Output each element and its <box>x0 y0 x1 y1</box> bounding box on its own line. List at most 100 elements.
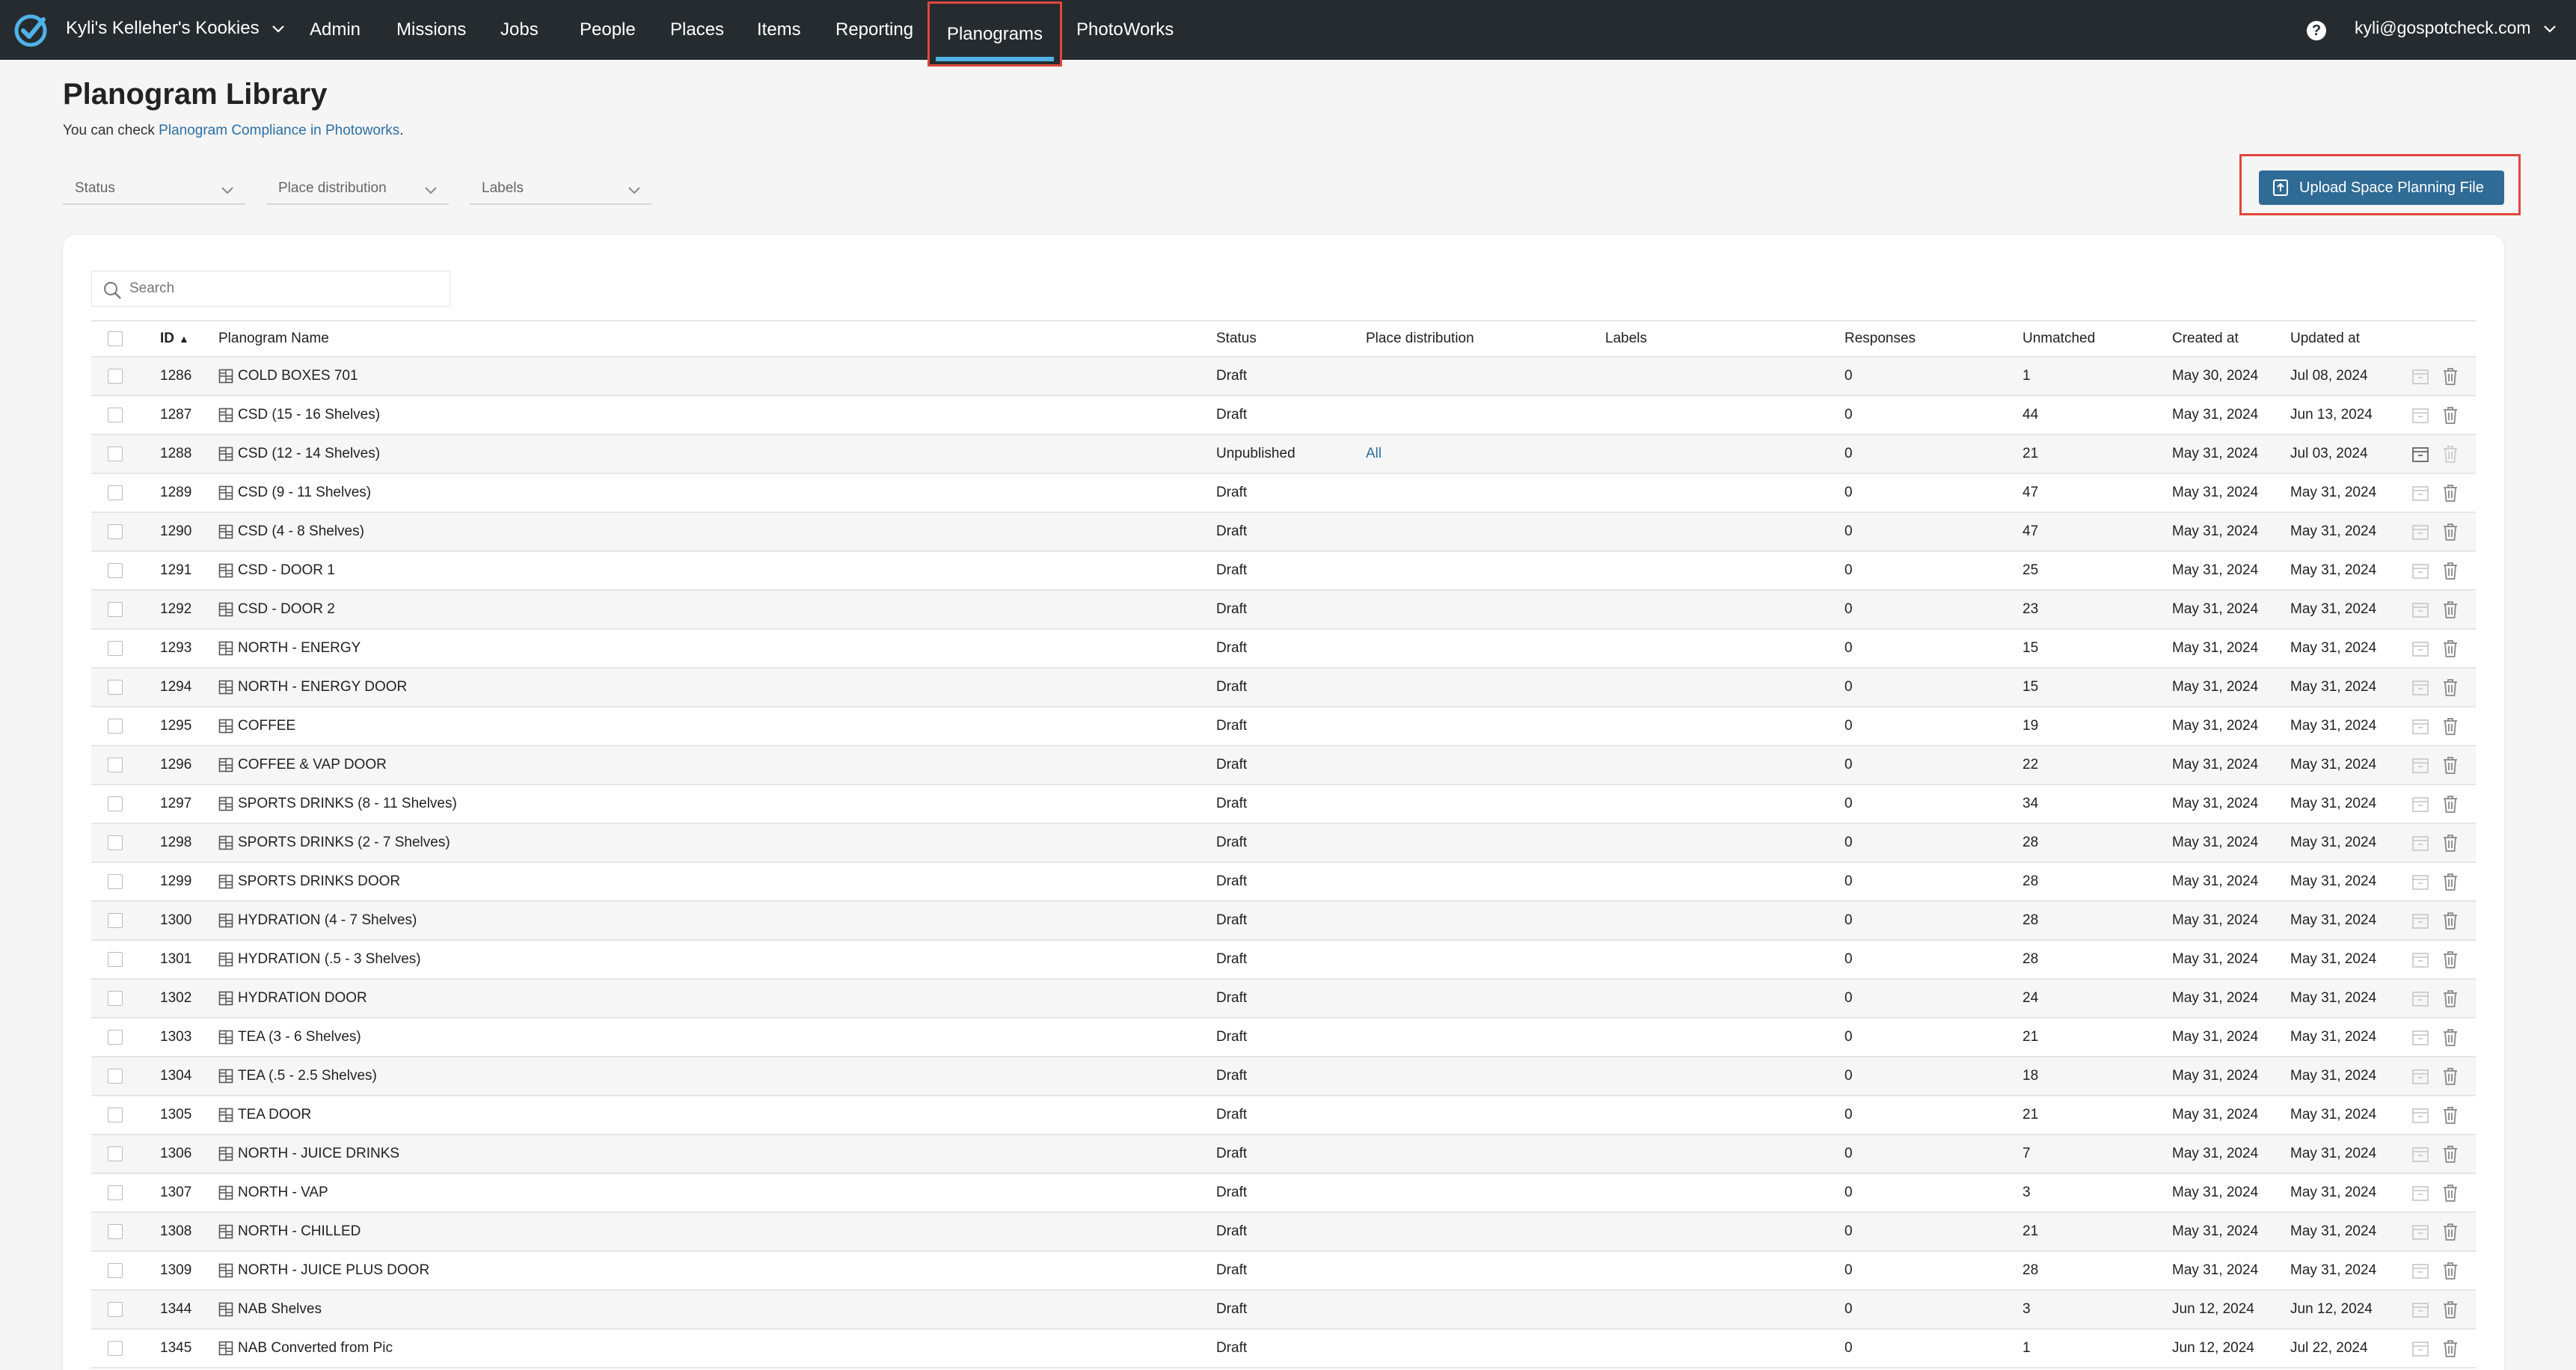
table-row[interactable]: 1287 CSD (15 - 16 Shelves) Draft 0 44 May 31,… <box>91 396 2476 435</box>
trash-icon[interactable] <box>2441 599 2459 620</box>
row-name-cell[interactable]: HYDRATION DOOR <box>218 980 367 1017</box>
table-row[interactable]: 1297 SPORTS DRINKS (8 - 11 Shelves) Draft 0… <box>91 785 2476 824</box>
table-row[interactable]: 1305 TEA DOOR Draft 0 21 May 31, 2024 May 31, … <box>91 1096 2476 1135</box>
row-name-cell[interactable]: COLD BOXES 701 <box>218 357 358 395</box>
archive-icon[interactable] <box>2411 405 2429 426</box>
row-checkbox[interactable] <box>108 913 123 928</box>
table-row[interactable]: 1302 HYDRATION DOOR Draft 0 24 May 31, 2024 Ma… <box>91 980 2476 1019</box>
archive-icon[interactable] <box>2411 599 2429 620</box>
row-name-cell[interactable]: COFFEE & VAP DOOR <box>218 746 387 784</box>
archive-icon[interactable] <box>2411 1066 2429 1087</box>
archive-icon[interactable] <box>2411 560 2429 581</box>
trash-icon[interactable] <box>2441 405 2459 426</box>
table-row[interactable]: 1292 CSD - DOOR 2 Draft 0 23 May 31, 2024 May … <box>91 591 2476 630</box>
trash-icon[interactable] <box>2441 1221 2459 1242</box>
row-checkbox[interactable] <box>108 835 123 850</box>
help-icon[interactable]: ? <box>2307 21 2326 40</box>
table-row[interactable]: 1306 NORTH - JUICE DRINKS Draft 0 7 May 31, 2… <box>91 1135 2476 1174</box>
row-name-cell[interactable]: TEA (3 - 6 Shelves) <box>218 1019 361 1056</box>
search-input[interactable]: Search <box>91 271 450 307</box>
trash-icon[interactable] <box>2441 482 2459 503</box>
row-name-cell[interactable]: CSD - DOOR 1 <box>218 552 335 589</box>
trash-icon[interactable] <box>2441 832 2459 853</box>
row-checkbox[interactable] <box>108 1030 123 1045</box>
row-checkbox[interactable] <box>108 1263 123 1278</box>
table-row[interactable]: 1299 SPORTS DRINKS DOOR Draft 0 28 May 31, 20… <box>91 863 2476 902</box>
trash-icon[interactable] <box>2441 910 2459 931</box>
trash-icon[interactable] <box>2441 366 2459 387</box>
trash-icon[interactable] <box>2441 443 2459 464</box>
row-name-cell[interactable]: NORTH - VAP <box>218 1174 328 1211</box>
archive-icon[interactable] <box>2411 638 2429 659</box>
name-column-header[interactable]: Planogram Name <box>218 322 329 356</box>
responses-column-header[interactable]: Responses <box>1844 322 1916 356</box>
table-row[interactable]: 1307 NORTH - VAP Draft 0 3 May 31, 2024 May 31… <box>91 1174 2476 1213</box>
row-checkbox[interactable] <box>108 446 123 461</box>
archive-icon[interactable] <box>2411 677 2429 698</box>
trash-icon[interactable] <box>2441 1299 2459 1320</box>
archive-icon[interactable] <box>2411 1221 2429 1242</box>
nav-planograms[interactable]: Planograms <box>927 1 1062 67</box>
trash-icon[interactable] <box>2441 1338 2459 1359</box>
row-name-cell[interactable]: NAB Shelves <box>218 1291 322 1328</box>
nav-photoworks[interactable]: PhotoWorks <box>1076 0 1174 60</box>
table-row[interactable]: 1294 NORTH - ENERGY DOOR Draft 0 15 May 31, 2… <box>91 669 2476 707</box>
archive-icon[interactable] <box>2411 832 2429 853</box>
select-all-checkbox[interactable] <box>108 331 123 346</box>
row-checkbox[interactable] <box>108 524 123 539</box>
upload-space-planning-file-button[interactable]: Upload Space Planning File <box>2259 171 2504 205</box>
archive-icon[interactable] <box>2411 871 2429 892</box>
row-name-cell[interactable]: CSD - DOOR 2 <box>218 591 335 628</box>
row-name-cell[interactable]: HYDRATION (.5 - 3 Shelves) <box>218 941 421 978</box>
row-checkbox[interactable] <box>108 408 123 423</box>
trash-icon[interactable] <box>2441 871 2459 892</box>
table-row[interactable]: 1291 CSD - DOOR 1 Draft 0 25 May 31, 2024 May … <box>91 552 2476 591</box>
row-name-cell[interactable]: CSD (15 - 16 Shelves) <box>218 396 380 434</box>
labels-column-header[interactable]: Labels <box>1605 322 1647 356</box>
status-filter[interactable]: Status <box>63 173 245 205</box>
row-checkbox[interactable] <box>108 991 123 1006</box>
nav-places[interactable]: Places <box>670 0 724 60</box>
table-row[interactable]: 1298 SPORTS DRINKS (2 - 7 Shelves) Draft 0 2… <box>91 824 2476 863</box>
archive-icon[interactable] <box>2411 1299 2429 1320</box>
row-checkbox[interactable] <box>108 1146 123 1161</box>
row-checkbox[interactable] <box>108 1224 123 1239</box>
row-name-cell[interactable]: NORTH - JUICE PLUS DOOR <box>218 1252 429 1289</box>
trash-icon[interactable] <box>2441 1027 2459 1048</box>
table-row[interactable]: 1303 TEA (3 - 6 Shelves) Draft 0 21 May 31, 2… <box>91 1019 2476 1057</box>
row-checkbox[interactable] <box>108 369 123 384</box>
archive-icon[interactable] <box>2411 910 2429 931</box>
place-distribution-filter[interactable]: Place distribution <box>266 173 449 205</box>
nav-reporting[interactable]: Reporting <box>835 0 913 60</box>
row-checkbox[interactable] <box>108 680 123 695</box>
table-row[interactable]: 1304 TEA (.5 - 2.5 Shelves) Draft 0 18 May 31… <box>91 1057 2476 1096</box>
archive-icon[interactable] <box>2411 521 2429 542</box>
table-row[interactable]: 1293 NORTH - ENERGY Draft 0 15 May 31, 2024 Ma… <box>91 630 2476 669</box>
row-checkbox[interactable] <box>108 796 123 811</box>
trash-icon[interactable] <box>2441 521 2459 542</box>
table-row[interactable]: 1308 NORTH - CHILLED Draft 0 21 May 31, 2024 M… <box>91 1213 2476 1252</box>
table-row[interactable]: 1290 CSD (4 - 8 Shelves) Draft 0 47 May 31, 2… <box>91 513 2476 552</box>
archive-icon[interactable] <box>2411 1182 2429 1203</box>
row-name-cell[interactable]: NORTH - ENERGY DOOR <box>218 669 407 706</box>
table-row[interactable]: 1345 NAB Converted from Pic Draft 0 1 Jun 12,… <box>91 1330 2476 1369</box>
trash-icon[interactable] <box>2441 1143 2459 1164</box>
user-menu[interactable]: kyli@gospotcheck.com <box>2355 18 2558 38</box>
row-checkbox[interactable] <box>108 952 123 967</box>
trash-icon[interactable] <box>2441 677 2459 698</box>
status-column-header[interactable]: Status <box>1216 322 1257 356</box>
row-name-cell[interactable]: NORTH - ENERGY <box>218 630 361 667</box>
nav-items[interactable]: Items <box>757 0 801 60</box>
row-checkbox[interactable] <box>108 1108 123 1122</box>
archive-icon[interactable] <box>2411 443 2429 464</box>
row-place-distribution[interactable]: All <box>1366 435 1381 473</box>
id-column-header[interactable]: ID ▲ <box>160 322 189 356</box>
table-row[interactable]: 1344 NAB Shelves Draft 0 3 Jun 12, 2024 Jun 12… <box>91 1291 2476 1330</box>
row-name-cell[interactable]: NAB Converted from Pic <box>218 1330 393 1367</box>
row-name-cell[interactable]: SPORTS DRINKS DOOR <box>218 863 400 900</box>
archive-icon[interactable] <box>2411 1027 2429 1048</box>
created-column-header[interactable]: Created at <box>2172 322 2239 356</box>
archive-icon[interactable] <box>2411 366 2429 387</box>
row-name-cell[interactable]: CSD (12 - 14 Shelves) <box>218 435 380 473</box>
nav-missions[interactable]: Missions <box>396 0 466 60</box>
